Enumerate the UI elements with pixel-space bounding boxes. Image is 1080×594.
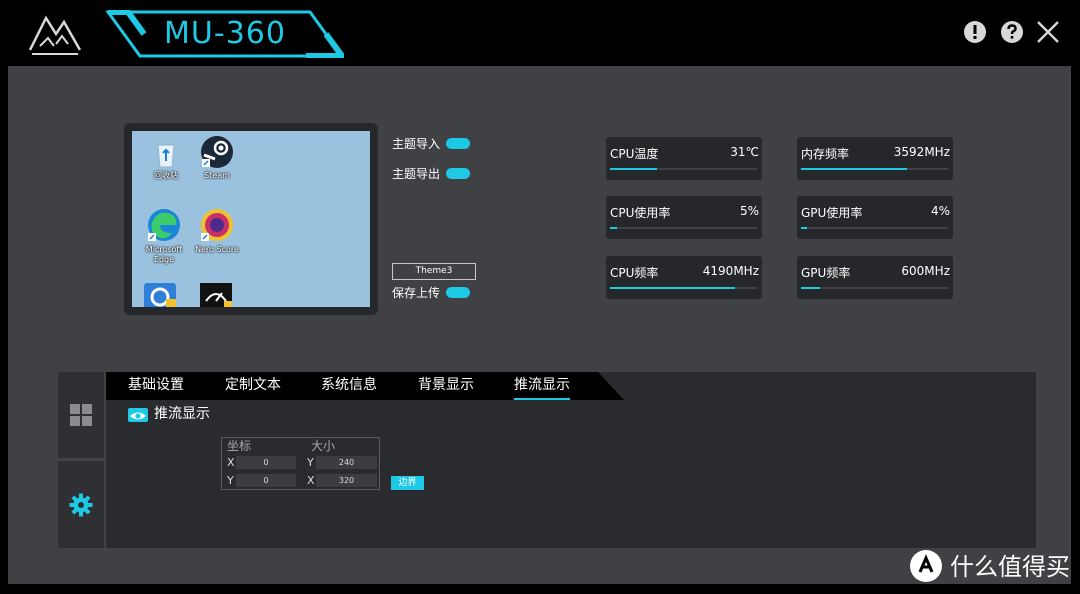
stat-card-mem-freq: 内存频率 3592MHz	[797, 137, 953, 180]
monitor-app-icon	[200, 283, 232, 307]
stat-bar-fill	[610, 287, 735, 289]
stat-card-gpu-usage: GPU使用率 4%	[797, 196, 953, 239]
settings-sidebar	[58, 372, 104, 548]
save-upload-button[interactable]: 保存上传	[392, 285, 471, 301]
theme-import-label: 主题导入	[392, 137, 441, 151]
help-icon[interactable]	[999, 19, 1025, 45]
upload-icon	[446, 138, 471, 149]
upload-arrow-icon	[446, 287, 471, 298]
app-logo-icon	[28, 15, 82, 55]
stat-value: 5%	[739, 204, 759, 218]
stat-card-cpu-freq: CPU频率 4190MHz	[606, 256, 762, 299]
stat-bar-fill	[801, 227, 807, 229]
download-icon	[446, 168, 471, 179]
stat-value: 600MHz	[901, 264, 950, 278]
nero-score-icon	[201, 209, 233, 241]
stat-bar-fill	[610, 168, 658, 170]
stat-bar-fill	[801, 287, 821, 289]
stat-value: 4190MHz	[702, 264, 759, 278]
coord-y-input[interactable]	[236, 474, 296, 487]
close-icon[interactable]	[1035, 19, 1061, 45]
desktop-icon-steam: Steam	[189, 135, 245, 181]
theme-export-button[interactable]: 主题导出	[392, 166, 471, 182]
title-bar: MU-360	[0, 0, 1080, 66]
save-upload-label: 保存上传	[392, 286, 441, 300]
desktop-icon-label: Microsoft Edge	[145, 245, 183, 264]
stat-bar	[801, 227, 948, 229]
edge-icon	[148, 209, 180, 241]
desktop-icon-label: Nero Score	[195, 245, 239, 254]
settings-button[interactable]	[58, 461, 104, 547]
stat-label: CPU频率	[610, 266, 659, 280]
steam-icon	[201, 136, 233, 168]
app-title: MU-360	[164, 16, 286, 51]
theme-preview: 回收站 Steam Microsoft Edge Nero Score	[124, 123, 378, 315]
stat-bar-fill	[610, 227, 618, 229]
size-x-input[interactable]	[316, 474, 377, 487]
preview-screen: 回收站 Steam Microsoft Edge Nero Score	[132, 131, 370, 307]
stat-value: 3592MHz	[893, 145, 950, 159]
tab-custom-text[interactable]: 定制文本	[225, 372, 281, 400]
size-y-input[interactable]	[316, 456, 377, 469]
stat-value: 4%	[930, 204, 950, 218]
theme-export-label: 主题导出	[392, 167, 441, 181]
tab-basic-settings[interactable]: 基础设置	[128, 372, 184, 400]
coord-x-axis-label: X	[227, 456, 235, 469]
stat-bar	[610, 168, 757, 170]
stat-label: GPU使用率	[801, 206, 863, 220]
coord-label: 坐标	[227, 439, 252, 453]
grid-icon	[70, 404, 92, 426]
stat-bar	[610, 287, 757, 289]
stat-card-cpu-temp: CPU温度 31℃	[606, 137, 762, 180]
size-x-axis-label: X	[307, 474, 315, 487]
stat-bar	[801, 168, 948, 170]
tab-stream-display[interactable]: 推流显示	[514, 372, 570, 400]
eye-icon[interactable]	[128, 408, 148, 422]
stat-bar	[610, 227, 757, 229]
stat-label: CPU使用率	[610, 206, 671, 220]
stat-bar-fill	[801, 168, 907, 170]
desktop-icon-label: Steam	[204, 171, 230, 180]
recycle-bin-icon	[157, 144, 175, 168]
gear-icon	[69, 493, 93, 517]
desktop-icon-recycle-bin: 回收站	[138, 139, 194, 181]
watermark-logo-icon	[910, 550, 942, 582]
stat-label: 内存频率	[801, 147, 850, 161]
desktop-icon-nero: Nero Score	[189, 207, 245, 255]
tab-system-info[interactable]: 系统信息	[321, 372, 377, 400]
size-label: 大小	[311, 439, 336, 453]
theme-import-button[interactable]: 主题导入	[392, 136, 471, 152]
desktop-icon-label: 回收站	[154, 171, 178, 180]
info-icon[interactable]	[962, 19, 988, 45]
theme-name-field[interactable]: Theme3	[392, 263, 476, 280]
app-shortcut-icon	[144, 283, 176, 307]
border-button[interactable]: 边界	[391, 476, 424, 490]
stat-value: 31℃	[730, 145, 759, 159]
stream-section-title: 推流显示	[154, 406, 210, 422]
layout-button[interactable]	[58, 372, 104, 458]
coord-x-input[interactable]	[236, 456, 296, 469]
stat-card-cpu-usage: CPU使用率 5%	[606, 196, 762, 239]
stat-bar	[801, 287, 948, 289]
size-y-axis-label: Y	[307, 456, 314, 469]
stat-label: GPU频率	[801, 266, 851, 280]
stat-label: CPU温度	[610, 147, 659, 161]
watermark-text: 什么值得买	[950, 553, 1070, 581]
desktop-icon-edge: Microsoft Edge	[136, 207, 192, 265]
coord-y-axis-label: Y	[227, 474, 234, 487]
stat-card-gpu-freq: GPU频率 600MHz	[797, 256, 953, 299]
tab-background-display[interactable]: 背景显示	[418, 372, 474, 400]
